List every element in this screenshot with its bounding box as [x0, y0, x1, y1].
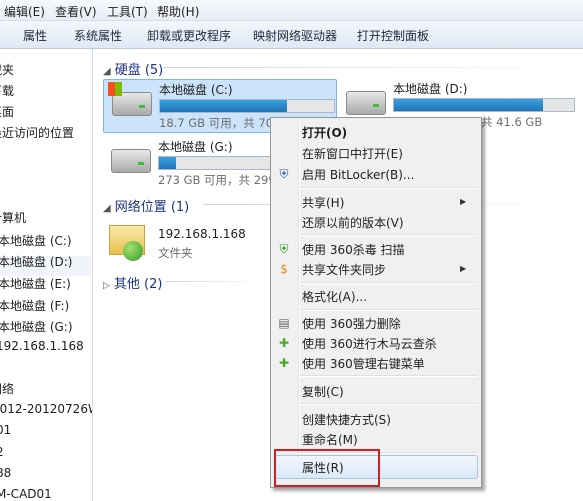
nav-network-pc-1[interactable]: 2012-20120726Wk	[0, 402, 92, 416]
nav-drive-f[interactable]: 本地磁盘 (F:)	[0, 297, 69, 314]
uninstall-program-button[interactable]: 卸载或更改程序	[147, 27, 231, 44]
open-control-panel-button[interactable]: 打开控制面板	[357, 27, 429, 44]
menu-separator	[300, 403, 477, 404]
menu-format[interactable]: 格式化(A)...	[302, 288, 367, 305]
menu-360-trojan-scan[interactable]: 使用 360进行木马云查杀	[302, 335, 437, 352]
navigation-pane: 藏夹 下载 桌面 最近访问的位置 计算机 本地磁盘 (C:) 本地磁盘 (D:)…	[0, 49, 92, 501]
system-properties-button[interactable]: 系统属性	[74, 27, 122, 44]
menu-separator	[300, 234, 477, 235]
properties-button[interactable]: 属性	[23, 27, 47, 44]
menu-open[interactable]: 打开(O)	[302, 124, 347, 141]
menu-360-force-delete[interactable]: 使用 360强力删除	[302, 315, 401, 332]
drive-d-usage-fill	[394, 99, 544, 111]
drive-c-usage-fill	[160, 100, 288, 112]
nav-drive-e[interactable]: 本地磁盘 (E:)	[0, 275, 71, 292]
drive-c-name: 本地磁盘 (C:)	[159, 83, 233, 97]
network-globe-icon	[123, 241, 143, 261]
hard-drive-icon	[346, 91, 386, 115]
nav-favorites[interactable]: 藏夹	[0, 61, 14, 78]
hard-drive-icon	[111, 149, 151, 173]
menu-restore-previous[interactable]: 还原以前的版本(V)	[302, 214, 404, 231]
drive-g-free-space: 273 GB 可用，共 299	[158, 173, 276, 187]
menu-bar: 编辑(E) 查看(V) 工具(T) 帮助(H)	[0, 0, 583, 21]
nav-downloads[interactable]: 下载	[0, 82, 14, 99]
context-menu: 打开(O) 在新窗口中打开(E) ⛨ 启用 BitLocker(B)... 共享…	[270, 117, 482, 488]
group-hard-disks[interactable]: ◢ 硬盘 (5)	[103, 59, 163, 78]
group-network-locations[interactable]: ◢ 网络位置 (1)	[103, 196, 189, 215]
menu-separator	[300, 309, 477, 310]
group-other[interactable]: ▷ 其他 (2)	[103, 273, 162, 292]
menu-rename[interactable]: 重命名(M)	[302, 431, 358, 448]
network-location-name[interactable]: 192.168.1.168	[158, 227, 246, 241]
submenu-arrow-icon: ▶	[460, 197, 467, 206]
network-location-type: 文件夹	[158, 246, 193, 260]
group-divider	[165, 281, 263, 282]
shredder-icon: ▤	[278, 316, 290, 330]
menu-share[interactable]: 共享(H)	[302, 194, 344, 211]
drive-c-usage-bar	[159, 99, 335, 113]
group-other-label: 其他 (2)	[113, 277, 163, 292]
nav-recent-places[interactable]: 最近访问的位置	[0, 124, 74, 141]
menu-edit[interactable]: 编辑(E)	[4, 3, 45, 20]
nav-network[interactable]: 网络	[0, 380, 14, 397]
menu-open-new-window[interactable]: 在新窗口中打开(E)	[302, 145, 403, 162]
nav-network-location[interactable]: 192.168.1.168	[0, 339, 84, 353]
drive-c-free-space: 18.7 GB 可用，共 70.0	[159, 116, 284, 130]
menu-view[interactable]: 查看(V)	[55, 3, 97, 20]
menu-bitlocker[interactable]: 启用 BitLocker(B)...	[302, 166, 414, 183]
nav-drive-c[interactable]: 本地磁盘 (C:)	[0, 232, 72, 249]
menu-360-scan[interactable]: 使用 360杀毒 扫描	[302, 241, 405, 258]
360-plus-icon: ✚	[278, 356, 290, 370]
group-divider	[163, 67, 573, 68]
menu-help[interactable]: 帮助(H)	[157, 3, 199, 20]
menu-separator	[300, 375, 477, 376]
nav-computer[interactable]: 计算机	[0, 209, 26, 226]
menu-copy[interactable]: 复制(C)	[302, 383, 344, 400]
shield-icon: ⛨	[279, 167, 289, 181]
drive-d-usage-bar	[393, 98, 575, 112]
map-network-drive-button[interactable]: 映射网络驱动器	[253, 27, 337, 44]
menu-360-manage-right-click[interactable]: 使用 360管理右键菜单	[302, 355, 425, 372]
menu-tools[interactable]: 工具(T)	[107, 3, 148, 20]
menu-share-sync[interactable]: 共享文件夹同步	[302, 261, 386, 278]
menu-create-shortcut[interactable]: 创建快捷方式(S)	[302, 411, 391, 428]
drive-d-name: 本地磁盘 (D:)	[393, 82, 468, 96]
nav-drive-g[interactable]: 本地磁盘 (G:)	[0, 318, 73, 335]
nav-network-pc-5[interactable]: M-CAD01	[0, 487, 52, 501]
drive-g-usage-fill	[159, 157, 177, 169]
group-network-label: 网络位置 (1)	[114, 200, 190, 215]
command-bar: 属性 系统属性 卸载或更改程序 映射网络驱动器 打开控制面板	[0, 21, 583, 49]
menu-separator	[300, 282, 477, 283]
nav-network-pc-3[interactable]: 2	[0, 445, 4, 459]
nav-drive-d[interactable]: 本地磁盘 (D:)	[0, 253, 72, 270]
drive-d-free-space: 共 41.6 GB	[481, 115, 543, 129]
drive-g-name: 本地磁盘 (G:)	[158, 140, 233, 154]
windows-logo-icon	[108, 82, 122, 96]
submenu-arrow-icon: ▶	[460, 264, 467, 273]
menu-separator	[300, 187, 477, 188]
sync-icon: $	[280, 262, 288, 276]
annotation-highlight-box	[274, 449, 380, 487]
expand-arrow-icon[interactable]: ▷	[103, 281, 110, 291]
360-plus-icon: ✚	[278, 336, 290, 350]
nav-network-pc-2[interactable]: 01	[0, 423, 11, 437]
nav-network-pc-4[interactable]: 88	[0, 466, 11, 480]
collapse-arrow-icon[interactable]: ◢	[103, 66, 111, 77]
collapse-arrow-icon[interactable]: ◢	[103, 203, 111, 214]
360-antivirus-icon: ⛨	[279, 242, 289, 256]
group-hdd-label: 硬盘 (5)	[114, 63, 164, 78]
nav-desktop[interactable]: 桌面	[0, 103, 14, 120]
